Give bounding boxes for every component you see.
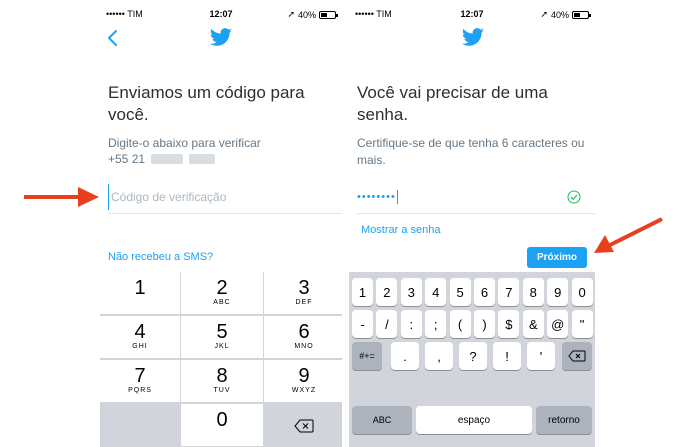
keypad-key-7[interactable]: 7 PQRS — [100, 360, 180, 402]
keypad-key-8[interactable]: 8 TUV — [181, 360, 263, 402]
key-digit: 2 — [216, 277, 228, 299]
keyboard-key[interactable]: 6 — [474, 278, 495, 306]
space-key[interactable]: espaço — [416, 406, 532, 434]
keypad-key-1[interactable]: 1 — [100, 272, 180, 314]
annotation-arrow-right — [24, 187, 99, 207]
key-digit: 9 — [298, 365, 310, 387]
key-letters: WXYZ — [291, 387, 317, 394]
numeric-symbols-keyboard: #+= ABC espaço retorno 1 2 3 4 5 6 7 8 9 0 - /:;() $… — [349, 272, 595, 447]
twitter-bird-icon — [461, 28, 484, 46]
keyboard-key[interactable]: . — [391, 342, 419, 370]
key-digit: 0 — [216, 409, 228, 431]
status-right: ➚ 40% — [287, 9, 338, 20]
keypad-blank — [100, 404, 180, 447]
keyboard-key[interactable]: @ — [547, 310, 569, 338]
status-bar: •••••• TIM 12:07 ➚ 40% — [349, 0, 595, 20]
key-digit: 6 — [298, 321, 310, 343]
backspace-icon — [294, 419, 314, 432]
verification-code-input[interactable] — [108, 184, 342, 210]
page-title: Enviamos um código para você. — [108, 83, 305, 124]
key-letters: DEF — [295, 299, 313, 306]
instruction-text: Certifique-se de que tenha 6 caracteres … — [357, 136, 585, 167]
keyboard-key[interactable]: / — [376, 310, 398, 338]
key-letters: MNO — [294, 343, 314, 350]
back-chevron-icon[interactable] — [106, 28, 120, 48]
keyboard-key[interactable]: 3 — [400, 278, 422, 306]
numeric-keypad: 1 2 ABC 3 DEF 4 GHI 5 JKL 6 MNO 7 PQRS 8 TUV 9 WXYZ 0 — [100, 272, 342, 447]
code-input-row — [108, 184, 342, 214]
text-caret — [396, 190, 398, 204]
key-letters: PQRS — [128, 387, 152, 394]
keyboard-key[interactable]: ! — [493, 342, 521, 370]
battery-percent: 40% — [297, 9, 316, 20]
twitter-bird-icon — [209, 28, 232, 46]
location-icon: ➚ — [540, 9, 548, 19]
key-digit: 4 — [134, 321, 146, 343]
keyboard-key[interactable]: : — [400, 310, 422, 338]
keyboard-key[interactable]: $ — [498, 310, 520, 338]
annotation-arrow-left — [594, 217, 663, 253]
keypad-key-5[interactable]: 5 JKL — [181, 316, 263, 358]
return-key[interactable]: retorno — [536, 406, 592, 434]
keyboard-key[interactable]: , — [425, 342, 453, 370]
keypad-key-4[interactable]: 4 GHI — [100, 316, 180, 358]
keyboard-key[interactable]: ' — [527, 342, 555, 370]
status-bar: •••••• TIM 12:07 ➚ 40% — [100, 0, 342, 20]
keyboard-key[interactable]: & — [522, 310, 544, 338]
key-letters: ABC — [213, 299, 231, 306]
keypad-key-6[interactable]: 6 MNO — [264, 316, 342, 358]
phone-prefix: +55 21 — [108, 152, 146, 166]
keyboard-key[interactable]: ? — [459, 342, 487, 370]
keyboard-key[interactable]: 1 — [352, 278, 373, 306]
next-button[interactable]: Próximo — [527, 247, 587, 268]
keyboard-key[interactable]: 5 — [449, 278, 471, 306]
resend-sms-link[interactable]: Não recebeu a SMS? — [108, 251, 213, 263]
key-digit: 5 — [216, 321, 228, 343]
abc-key[interactable]: ABC — [352, 406, 412, 434]
redacted-digits — [151, 154, 184, 164]
check-circle-icon — [567, 190, 581, 204]
keypad-key-3[interactable]: 3 DEF — [264, 272, 342, 314]
keyboard-key[interactable]: 8 — [522, 278, 544, 306]
phone-number: +55 21 — [108, 152, 216, 166]
keyboard-key[interactable]: " — [571, 310, 593, 338]
battery-icon — [319, 10, 338, 19]
backspace-key[interactable] — [562, 342, 592, 370]
key-digit: 3 — [298, 277, 310, 299]
key-letters: TUV — [213, 387, 231, 394]
redacted-digits — [189, 154, 216, 164]
keyboard-key[interactable]: 7 — [498, 278, 520, 306]
keyboard-key[interactable]: 0 — [571, 278, 593, 306]
battery-icon — [572, 10, 591, 19]
keyboard-key[interactable]: 2 — [376, 278, 398, 306]
key-letters: GHI — [132, 343, 148, 350]
battery-percent: 40% — [550, 9, 569, 20]
symbols-key[interactable]: #+= — [352, 342, 382, 370]
show-password-link[interactable]: Mostrar a senha — [361, 224, 440, 236]
keyboard-key[interactable]: - — [352, 310, 373, 338]
backspace-icon — [568, 350, 586, 362]
keypad-delete-key[interactable] — [264, 404, 342, 447]
divider — [357, 213, 595, 214]
keyboard-key[interactable]: 9 — [547, 278, 569, 306]
keypad-key-9[interactable]: 9 WXYZ — [264, 360, 342, 402]
key-digit: 8 — [216, 365, 228, 387]
left-screen: •••••• TIM 12:07 ➚ 40% Enviamos um códig… — [100, 0, 342, 447]
keyboard-key[interactable]: 4 — [425, 278, 447, 306]
password-input[interactable]: •••••••• — [357, 184, 398, 210]
key-digit: 1 — [134, 277, 146, 299]
location-icon: ➚ — [287, 9, 295, 19]
keyboard-key[interactable]: ; — [425, 310, 447, 338]
page-title: Você vai precisar de uma senha. — [357, 83, 548, 124]
key-letters: JKL — [214, 343, 230, 350]
keyboard-key[interactable]: ( — [449, 310, 471, 338]
keypad-key-2[interactable]: 2 ABC — [181, 272, 263, 314]
instruction-text: Digite-o abaixo para verificar — [108, 136, 261, 150]
status-right: ➚ 40% — [540, 9, 591, 20]
password-mask: •••••••• — [357, 191, 396, 203]
right-screen: •••••• TIM 12:07 ➚ 40% Você vai precisar… — [349, 0, 595, 447]
key-digit: 7 — [134, 365, 146, 387]
keyboard-key[interactable]: ) — [474, 310, 495, 338]
keypad-key-0[interactable]: 0 — [181, 404, 263, 446]
